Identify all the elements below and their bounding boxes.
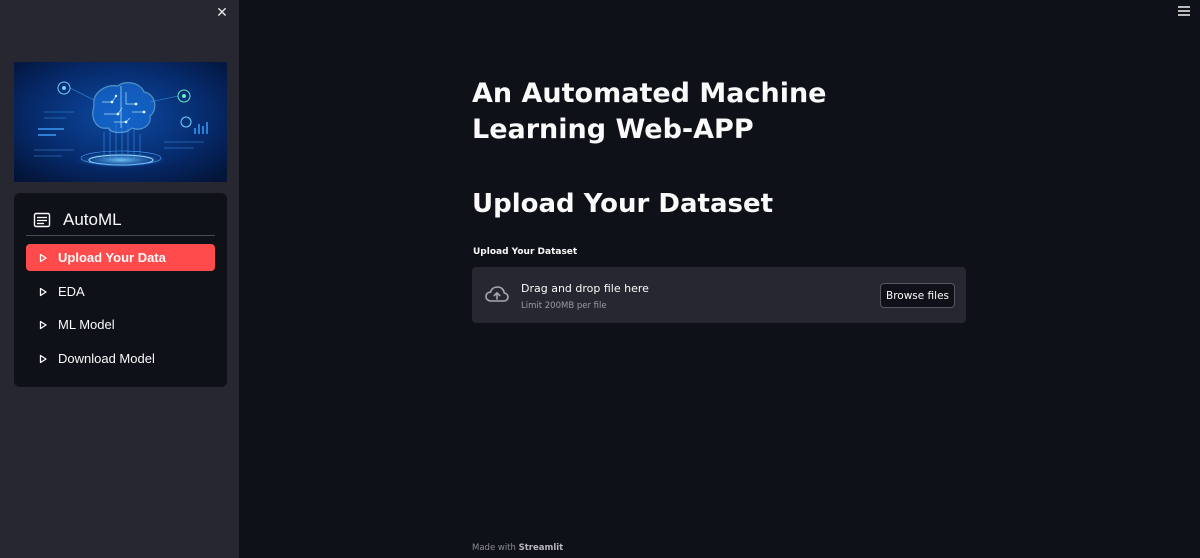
play-icon bbox=[39, 287, 47, 296]
list-icon bbox=[33, 212, 51, 228]
uploader-label: Upload Your Dataset bbox=[473, 247, 578, 257]
menu-item-download-model[interactable]: Download Model bbox=[26, 345, 215, 372]
brain-circuit-illustration bbox=[14, 62, 227, 182]
play-icon bbox=[39, 354, 47, 363]
dropzone-instructions: Drag and drop file here bbox=[521, 282, 649, 295]
close-icon[interactable]: ✕ bbox=[212, 3, 232, 23]
footer: Made with Streamlit bbox=[472, 543, 563, 553]
option-menu: AutoML Upload Your Data EDA ML Model Dow… bbox=[14, 193, 227, 387]
cloud-upload-icon bbox=[485, 286, 509, 302]
browse-files-button[interactable]: Browse files bbox=[880, 283, 955, 308]
menu-item-label: Download Model bbox=[58, 351, 155, 366]
streamlit-link[interactable]: Streamlit bbox=[519, 543, 564, 553]
play-icon bbox=[39, 320, 47, 329]
file-dropzone[interactable]: Drag and drop file here Limit 200MB per … bbox=[472, 267, 966, 323]
menu-item-upload-your-data[interactable]: Upload Your Data bbox=[26, 244, 215, 271]
menu-item-ml-model[interactable]: ML Model bbox=[26, 311, 215, 338]
sidebar-hero-image bbox=[14, 62, 227, 182]
section-title: Upload Your Dataset bbox=[472, 189, 774, 219]
sidebar: ✕ AutoML Upload Your Data EDA ML Model D… bbox=[0, 0, 239, 558]
page-title: An Automated Machine Learning Web-APP bbox=[472, 78, 827, 145]
dropzone-limit: Limit 200MB per file bbox=[521, 301, 607, 311]
hamburger-icon[interactable] bbox=[1176, 4, 1192, 18]
menu-title-row: AutoML bbox=[26, 205, 215, 235]
menu-item-eda[interactable]: EDA bbox=[26, 278, 215, 305]
play-icon bbox=[39, 253, 47, 262]
footer-prefix: Made with bbox=[472, 543, 516, 553]
menu-divider bbox=[26, 235, 215, 236]
menu-item-label: Upload Your Data bbox=[58, 250, 166, 265]
menu-title: AutoML bbox=[63, 210, 122, 229]
menu-item-label: EDA bbox=[58, 284, 85, 299]
menu-item-label: ML Model bbox=[58, 317, 115, 332]
app-root: ✕ AutoML Upload Your Data EDA ML Model D… bbox=[0, 0, 1200, 558]
